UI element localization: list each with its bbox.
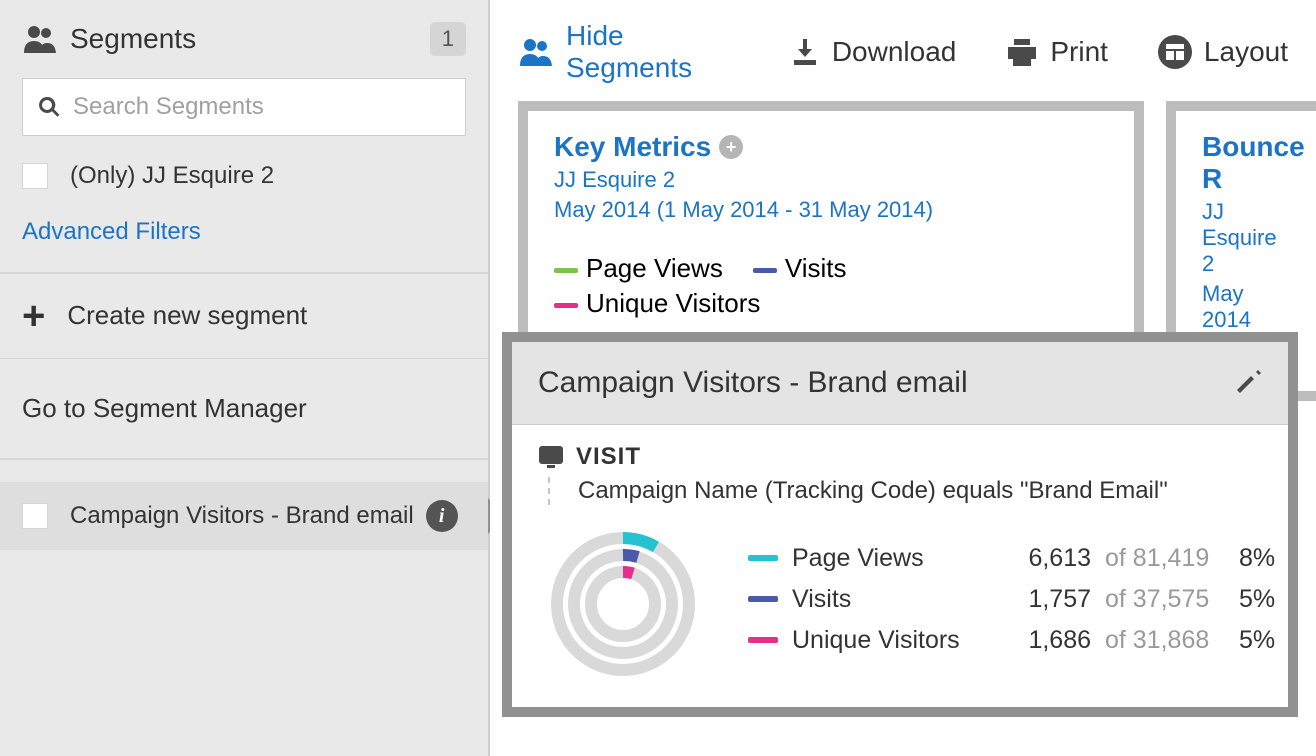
segments-title: Segments [70, 23, 430, 55]
visit-scope-row: VISIT [538, 443, 1262, 471]
checkbox[interactable] [22, 163, 48, 189]
legend-item: Page Views [554, 253, 723, 284]
donut-chart [538, 519, 718, 679]
metric-pct: 5% [1239, 626, 1289, 655]
hide-segments-label: Hide Segments [566, 20, 740, 84]
people-icon [518, 36, 554, 68]
widget-subtitle: JJ Esquire 2 [554, 167, 1108, 193]
metric-pct: 8% [1239, 544, 1289, 573]
edit-icon[interactable] [1234, 369, 1262, 397]
print-button[interactable]: Print [1006, 36, 1108, 68]
search-wrap [0, 68, 488, 150]
segment-item-label: Campaign Visitors - Brand email [70, 502, 414, 530]
download-button[interactable]: Download [790, 36, 957, 68]
widget-title-text: Key Metrics [554, 131, 711, 163]
legend-label: Page Views [586, 253, 723, 283]
visit-icon [538, 444, 564, 470]
toolbar: Hide Segments Download Print [490, 0, 1316, 104]
legend-item: Visits [753, 253, 847, 284]
metric-row: Visits 1,757 of 37,575 5% [748, 579, 1289, 620]
print-label: Print [1050, 36, 1108, 68]
widget-date: May 2014 (1 May 2014 - 31 May 2014) [554, 197, 1108, 223]
metric-value: 1,686 [1001, 626, 1091, 655]
layout-icon [1158, 35, 1192, 69]
segments-header: Segments 1 [0, 0, 488, 68]
metric-row: Unique Visitors 1,686 of 31,868 5% [748, 620, 1289, 661]
legend-label: Visits [785, 253, 847, 283]
popover-body: VISIT Campaign Name (Tracking Code) equa… [512, 425, 1288, 707]
metric-color-swatch [748, 555, 778, 561]
metric-label: Page Views [792, 544, 987, 573]
create-segment-label: Create new segment [67, 300, 307, 331]
widget-title: Key Metrics + [554, 131, 1108, 163]
layout-label: Layout [1204, 36, 1288, 68]
goto-segment-manager-link[interactable]: Go to Segment Manager [0, 359, 488, 459]
info-icon[interactable]: i [426, 500, 458, 532]
metric-of: of 81,419 [1105, 544, 1225, 573]
legend-item: Unique Visitors [554, 288, 760, 319]
segments-count-badge: 1 [430, 22, 466, 56]
widget-title: Bounce R [1202, 131, 1290, 195]
widget-title-text: Bounce R [1202, 131, 1305, 195]
popover-title: Campaign Visitors - Brand email [538, 366, 1234, 400]
metric-of: of 31,868 [1105, 626, 1225, 655]
metrics-area: Page Views 6,613 of 81,419 8% Visits 1,7… [538, 519, 1262, 679]
add-icon[interactable]: + [719, 135, 743, 159]
chart-legend: Page Views Visits Unique Visitors [554, 253, 1108, 319]
metric-value: 6,613 [1001, 544, 1091, 573]
print-icon [1006, 37, 1038, 67]
popover-header: Campaign Visitors - Brand email [512, 342, 1288, 425]
segment-item-campaign-visitors[interactable]: Campaign Visitors - Brand email i [0, 482, 488, 550]
segment-item-label: (Only) JJ Esquire 2 [70, 162, 274, 190]
plus-icon: + [22, 296, 45, 336]
legend-label: Unique Visitors [586, 288, 760, 318]
layout-button[interactable]: Layout [1158, 35, 1288, 69]
segment-rule: Campaign Name (Tracking Code) equals "Br… [548, 477, 1262, 505]
search-input[interactable] [73, 93, 451, 121]
advanced-filters-link[interactable]: Advanced Filters [0, 202, 488, 272]
visit-label: VISIT [576, 443, 641, 471]
widget-date: May 2014 [1202, 281, 1290, 333]
segment-detail-popover: Campaign Visitors - Brand email VISIT Ca… [502, 332, 1298, 717]
hide-segments-button[interactable]: Hide Segments [518, 20, 740, 84]
metric-pct: 5% [1239, 585, 1289, 614]
widget-subtitle: JJ Esquire 2 [1202, 199, 1290, 277]
metric-color-swatch [748, 596, 778, 602]
metric-rows: Page Views 6,613 of 81,419 8% Visits 1,7… [748, 538, 1289, 661]
metric-label: Unique Visitors [792, 626, 987, 655]
search-icon [37, 95, 61, 119]
metric-value: 1,757 [1001, 585, 1091, 614]
create-segment-button[interactable]: + Create new segment [0, 274, 488, 359]
metric-row: Page Views 6,613 of 81,419 8% [748, 538, 1289, 579]
segments-sidebar: Segments 1 (Only) JJ Esquire 2 Advanced … [0, 0, 490, 756]
metric-label: Visits [792, 585, 987, 614]
download-icon [790, 37, 820, 67]
segment-item-only-jj[interactable]: (Only) JJ Esquire 2 [0, 150, 488, 202]
checkbox[interactable] [22, 503, 48, 529]
metric-of: of 37,575 [1105, 585, 1225, 614]
search-box[interactable] [22, 78, 466, 136]
download-label: Download [832, 36, 957, 68]
people-icon [22, 23, 58, 55]
metric-color-swatch [748, 637, 778, 643]
